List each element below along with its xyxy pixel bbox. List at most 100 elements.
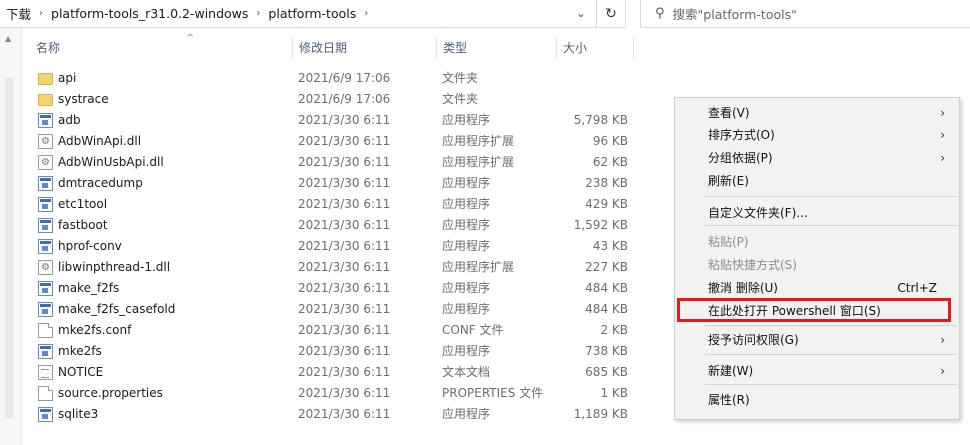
file-type: 应用程序 [442, 281, 491, 295]
file-size: 96 KB [592, 134, 628, 148]
file-row[interactable]: make_f2fs 2021/3/30 6:11 应用程序 484 KB [30, 278, 640, 299]
column-header-size[interactable]: 大小 [556, 36, 634, 60]
file-size: 484 KB [585, 281, 628, 295]
column-header-date[interactable]: 修改日期 [292, 36, 436, 60]
file-row[interactable]: fastboot 2021/3/30 6:11 应用程序 1,592 KB [30, 215, 640, 236]
file-row[interactable]: etc1tool 2021/3/30 6:11 应用程序 429 KB [30, 194, 640, 215]
file-date: 2021/6/9 17:06 [298, 92, 391, 106]
column-header-date-label: 修改日期 [299, 41, 348, 55]
chevron-right-icon: › [940, 128, 945, 142]
column-header-type[interactable]: 类型 [436, 36, 556, 60]
menu-item-label: 分组依据(P) [708, 151, 773, 165]
menu-item-paste[interactable]: 粘贴(P) [675, 231, 959, 253]
file-size: 685 KB [585, 365, 628, 379]
breadcrumb-platform-tools-release[interactable]: platform-tools_r31.0.2-windows [47, 6, 252, 21]
file-name: AdbWinApi.dll [58, 134, 142, 148]
address-bar[interactable]: 下载 › platform-tools_r31.0.2-windows › pl… [0, 0, 626, 28]
file-size: 1,592 KB [573, 218, 628, 232]
file-row[interactable]: NOTICE 2021/3/30 6:11 文本文档 685 KB [30, 362, 640, 383]
file-row[interactable]: libwinpthread-1.dll 2021/3/30 6:11 应用程序扩展 2… [30, 257, 640, 278]
menu-item-view[interactable]: 查看(V) › [675, 102, 959, 124]
menu-item-give-access[interactable]: 授予访问权限(G) › [675, 329, 959, 351]
file-type: PROPERTIES 文件 [442, 386, 544, 400]
file-date: 2021/3/30 6:11 [298, 281, 391, 295]
file-size: 484 KB [585, 302, 628, 316]
menu-item-customize-folder[interactable]: 自定义文件夹(F)... [675, 202, 959, 224]
chevron-right-icon: › [940, 106, 945, 120]
menu-item-label: 粘贴快捷方式(S) [708, 258, 797, 272]
file-size: 429 KB [585, 197, 628, 211]
file-row[interactable]: AdbWinApi.dll 2021/3/30 6:11 应用程序扩展 96 KB [30, 131, 640, 152]
application-icon [38, 281, 53, 296]
menu-item-open-powershell[interactable]: 在此处打开 Powershell 窗口(S) [675, 300, 959, 322]
search-placeholder: 搜索"platform-tools" [672, 7, 797, 22]
breadcrumb-platform-tools[interactable]: platform-tools [264, 6, 360, 21]
search-input[interactable]: ⚲ 搜索"platform-tools" [640, 0, 970, 28]
menu-separator [705, 384, 957, 385]
menu-item-new[interactable]: 新建(W) › [675, 360, 959, 382]
file-name: hprof-conv [58, 239, 122, 253]
menu-item-label: 在此处打开 Powershell 窗口(S) [708, 304, 881, 318]
menu-item-label: 刷新(E) [708, 174, 749, 188]
menu-item-sort-by[interactable]: 排序方式(O) › [675, 124, 959, 146]
application-icon [38, 197, 53, 212]
context-menu: 查看(V) › 排序方式(O) › 分组依据(P) › 刷新(E) 自定义文件夹(F)... 粘… [674, 97, 960, 420]
application-icon [38, 407, 53, 422]
breadcrumb-separator[interactable]: › [252, 8, 264, 19]
file-row[interactable]: adb 2021/3/30 6:11 应用程序 5,798 KB [30, 110, 640, 131]
file-name: mke2fs [58, 344, 102, 358]
file-date: 2021/3/30 6:11 [298, 239, 391, 253]
application-icon [38, 218, 53, 233]
file-row[interactable]: api 2021/6/9 17:06 文件夹 [30, 68, 640, 89]
menu-item-refresh[interactable]: 刷新(E) [675, 170, 959, 192]
file-icon [38, 386, 53, 401]
scroll-up-icon[interactable]: ▲ [5, 34, 11, 43]
navigation-pane-scrollbar[interactable]: ▲ [0, 28, 22, 445]
breadcrumb-separator[interactable]: › [360, 8, 372, 19]
menu-item-label: 查看(V) [708, 106, 750, 120]
breadcrumb-separator[interactable]: › [35, 8, 47, 19]
dll-file-icon [38, 152, 53, 173]
file-date: 2021/3/30 6:11 [298, 344, 391, 358]
scrollbar-thumb[interactable] [5, 78, 13, 418]
file-size: 62 KB [592, 155, 628, 169]
file-type: 应用程序 [442, 176, 491, 190]
file-row[interactable]: source.properties 2021/3/30 6:11 PROPERTIE… [30, 383, 640, 404]
menu-item-properties[interactable]: 属性(R) [675, 389, 959, 411]
file-type: 文件夹 [442, 71, 479, 85]
file-date: 2021/3/30 6:11 [298, 323, 391, 337]
column-header-type-label: 类型 [443, 41, 468, 55]
menu-item-group-by[interactable]: 分组依据(P) › [675, 147, 959, 169]
file-name: AdbWinUsbApi.dll [58, 155, 164, 169]
file-row[interactable]: hprof-conv 2021/3/30 6:11 应用程序 43 KB [30, 236, 640, 257]
file-type: 应用程序 [442, 197, 491, 211]
menu-item-label: 排序方式(O) [708, 128, 775, 142]
dll-file-icon [38, 257, 53, 278]
file-type: 应用程序 [442, 218, 491, 232]
refresh-icon[interactable]: ↻ [596, 0, 625, 28]
file-row[interactable]: mke2fs 2021/3/30 6:11 应用程序 738 KB [30, 341, 640, 362]
application-icon [38, 344, 53, 359]
file-type: 应用程序扩展 [442, 155, 515, 169]
file-type: 应用程序 [442, 113, 491, 127]
column-header-name[interactable]: ^ 名称 [30, 33, 292, 60]
file-type: 应用程序扩展 [442, 134, 515, 148]
menu-item-undo-delete[interactable]: 撤消 删除(U) Ctrl+Z [675, 277, 959, 299]
file-row[interactable]: mke2fs.conf 2021/3/30 6:11 CONF 文件 2 KB [30, 320, 640, 341]
file-type: 应用程序扩展 [442, 260, 515, 274]
file-type: 文本文档 [442, 365, 491, 379]
file-row[interactable]: make_f2fs_casefold 2021/3/30 6:11 应用程序 484 … [30, 299, 640, 320]
file-row[interactable]: dmtracedump 2021/3/30 6:11 应用程序 238 KB [30, 173, 640, 194]
menu-item-paste-shortcut[interactable]: 粘贴快捷方式(S) [675, 254, 959, 276]
file-row[interactable]: AdbWinUsbApi.dll 2021/3/30 6:11 应用程序扩展 62 K… [30, 152, 640, 173]
file-size: 5,798 KB [573, 113, 628, 127]
breadcrumb-downloads[interactable]: 下载 [0, 4, 35, 23]
application-icon [38, 113, 53, 128]
folder-icon [38, 73, 53, 85]
file-size: 227 KB [585, 260, 628, 274]
file-row[interactable]: sqlite3 2021/3/30 6:11 应用程序 1,189 KB [30, 404, 640, 425]
file-row[interactable]: systrace 2021/6/9 17:06 文件夹 [30, 89, 640, 110]
chevron-down-icon[interactable]: ⌄ [570, 4, 592, 24]
file-name: source.properties [58, 386, 163, 400]
chevron-right-icon: › [940, 333, 945, 347]
